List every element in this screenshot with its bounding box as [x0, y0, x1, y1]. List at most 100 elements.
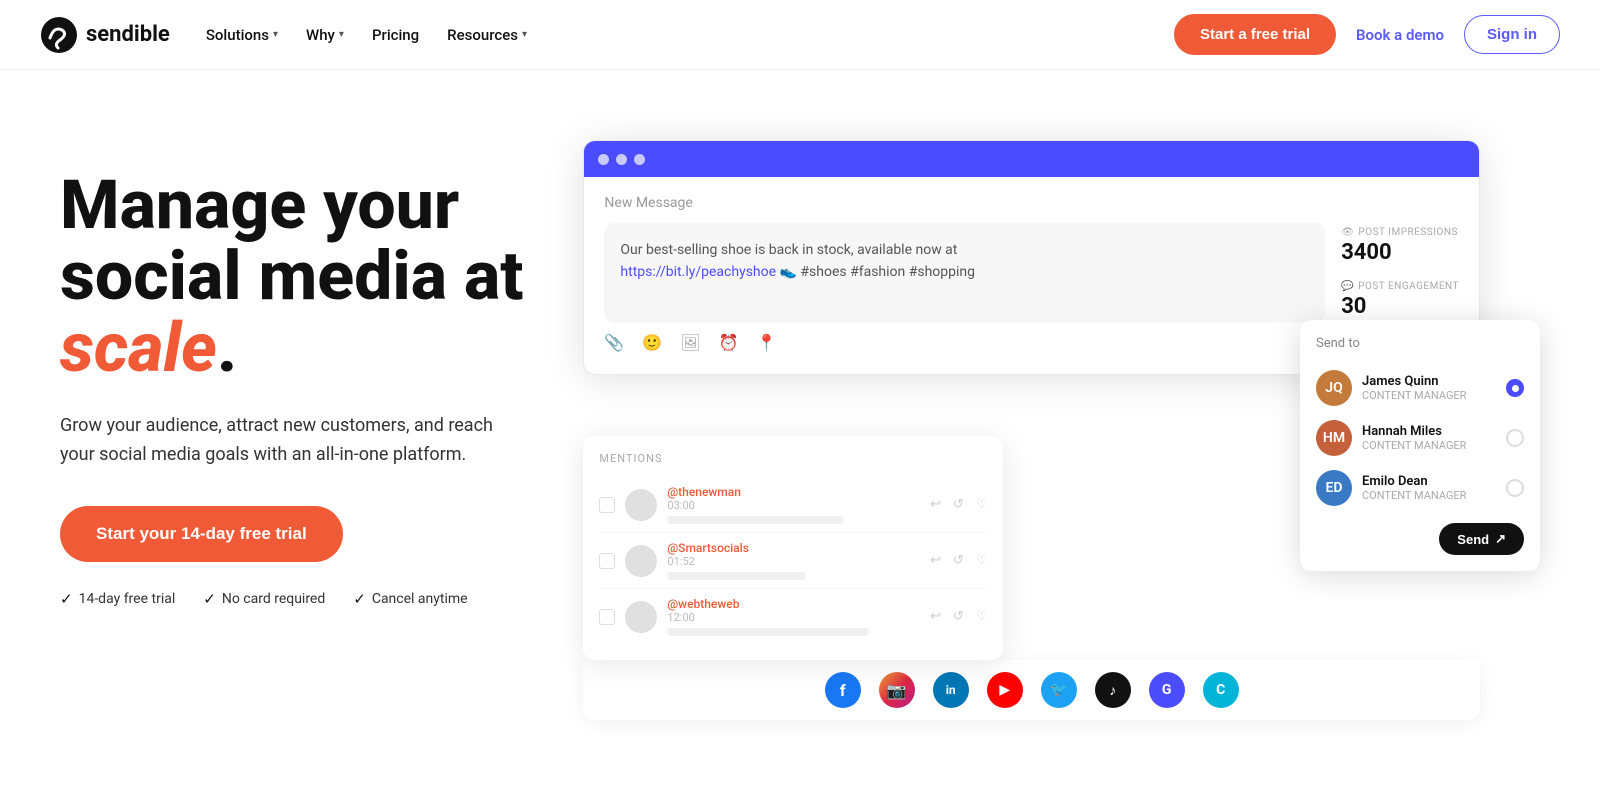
recipient-james[interactable]: JQ James Quinn CONTENT MANAGER: [1316, 363, 1524, 413]
send-to-label: Send to: [1316, 336, 1524, 351]
start-trial-button[interactable]: Start a free trial: [1174, 14, 1336, 55]
tiktok-icon[interactable]: ♪: [1095, 672, 1131, 708]
hero-heading: Manage your social media at scale.: [60, 170, 523, 384]
reply-icon[interactable]: ↩: [930, 609, 941, 624]
mention-content-1: @thenewman 03:00: [667, 485, 920, 524]
mention-actions-3: ↩ ↺ ♡: [930, 609, 987, 624]
stat-impressions: 👁 POST IMPRESSIONS 3400: [1341, 227, 1459, 265]
linkedin-icon[interactable]: in: [933, 672, 969, 708]
radio-hannah[interactable]: [1506, 429, 1524, 447]
badge-cancel: ✓ Cancel anytime: [353, 590, 467, 608]
twitter-icon[interactable]: 🐦: [1041, 672, 1077, 708]
nav-solutions[interactable]: Solutions ▾: [206, 26, 278, 44]
mention-item-2: @Smartsocials 01:52 ↩ ↺ ♡: [599, 533, 987, 589]
retweet-icon[interactable]: ↺: [953, 609, 964, 624]
composer-content: Our best-selling shoe is back in stock, …: [604, 223, 1459, 323]
mention-avatar-2: [625, 545, 657, 577]
mention-item-3: @webtheweb 12:00 ↩ ↺ ♡: [599, 589, 987, 644]
like-icon[interactable]: ♡: [976, 497, 988, 512]
media-icon[interactable]: 🖼: [680, 333, 700, 352]
nav-pricing[interactable]: Pricing: [372, 26, 419, 44]
avatar-emilo: ED: [1316, 470, 1352, 506]
window-dot-2: [616, 154, 627, 165]
hero-ui-mockup: New Message Our best-selling shoe is bac…: [583, 120, 1540, 720]
schedule-icon[interactable]: ⏰: [719, 333, 739, 352]
mention-actions-2: ↩ ↺ ♡: [930, 553, 987, 568]
nav-left: sendible Solutions ▾ Why ▾ Pricing Resou…: [40, 16, 527, 54]
composer-label: New Message: [604, 195, 1459, 211]
mention-actions-1: ↩ ↺ ♡: [930, 497, 987, 512]
navbar: sendible Solutions ▾ Why ▾ Pricing Resou…: [0, 0, 1600, 70]
chevron-down-icon: ▾: [273, 29, 278, 40]
canva-icon[interactable]: C: [1203, 672, 1239, 708]
composer-stats: 👁 POST IMPRESSIONS 3400 💬 POST ENGAGEMEN…: [1341, 223, 1459, 323]
book-demo-button[interactable]: Book a demo: [1356, 26, 1444, 44]
recipient-info-james: James Quinn CONTENT MANAGER: [1362, 374, 1496, 402]
mention-content-2: @Smartsocials 01:52: [667, 541, 920, 580]
reply-icon[interactable]: ↩: [930, 497, 941, 512]
google-my-business-icon[interactable]: G: [1149, 672, 1185, 708]
radio-emilo[interactable]: [1506, 479, 1524, 497]
mention-checkbox-3[interactable]: [599, 609, 615, 625]
sign-in-button[interactable]: Sign in: [1464, 15, 1560, 54]
instagram-icon[interactable]: 📷: [879, 672, 915, 708]
recipient-emilo[interactable]: ED Emilo Dean CONTENT MANAGER: [1316, 463, 1524, 513]
send-to-panel: Send to JQ James Quinn CONTENT MANAGER H…: [1300, 320, 1540, 571]
window-titlebar: [584, 141, 1479, 177]
eye-icon: 👁: [1341, 227, 1354, 238]
facebook-icon[interactable]: f: [825, 672, 861, 708]
mention-avatar-1: [625, 489, 657, 521]
engagement-icon: 💬: [1341, 281, 1354, 292]
trust-badges: ✓ 14-day free trial ✓ No card required ✓…: [60, 590, 523, 608]
badge-trial: ✓ 14-day free trial: [60, 590, 175, 608]
stat-engagement: 💬 POST ENGAGEMENT 30: [1341, 281, 1459, 319]
recipient-hannah[interactable]: HM Hannah Miles CONTENT MANAGER: [1316, 413, 1524, 463]
mention-bar-3: [667, 628, 869, 636]
like-icon[interactable]: ♡: [976, 553, 988, 568]
hero-scale-word: scale: [60, 308, 217, 388]
youtube-icon[interactable]: ▶: [987, 672, 1023, 708]
nav-right: Start a free trial Book a demo Sign in: [1174, 14, 1560, 55]
mentions-title: MENTIONS: [599, 452, 987, 465]
avatar-james: JQ: [1316, 370, 1352, 406]
recipient-info-emilo: Emilo Dean CONTENT MANAGER: [1362, 474, 1496, 502]
radio-james[interactable]: [1506, 379, 1524, 397]
avatar-hannah: HM: [1316, 420, 1352, 456]
send-arrow-icon: ↗: [1495, 531, 1506, 547]
check-icon: ✓: [353, 590, 366, 608]
like-icon[interactable]: ♡: [976, 609, 988, 624]
retweet-icon[interactable]: ↺: [953, 497, 964, 512]
mention-item-1: @thenewman 03:00 ↩ ↺ ♡: [599, 477, 987, 533]
nav-resources[interactable]: Resources ▾: [447, 26, 527, 44]
nav-why[interactable]: Why ▾: [306, 26, 344, 44]
badge-no-card: ✓ No card required: [203, 590, 325, 608]
check-icon: ✓: [203, 590, 216, 608]
logo[interactable]: sendible: [40, 16, 170, 54]
hero-cta-button[interactable]: Start your 14-day free trial: [60, 506, 343, 562]
retweet-icon[interactable]: ↺: [953, 553, 964, 568]
mention-checkbox-1[interactable]: [599, 497, 615, 513]
hero-subtext: Grow your audience, attract new customer…: [60, 412, 500, 470]
composer-text-area[interactable]: Our best-selling shoe is back in stock, …: [604, 223, 1325, 323]
send-button[interactable]: Send ↗: [1439, 523, 1524, 555]
social-bar: f 📷 in ▶ 🐦 ♪ G C: [583, 660, 1480, 720]
recipient-info-hannah: Hannah Miles CONTENT MANAGER: [1362, 424, 1496, 452]
mention-content-3: @webtheweb 12:00: [667, 597, 920, 636]
emoji-icon[interactable]: 🙂: [642, 333, 662, 352]
mention-checkbox-2[interactable]: [599, 553, 615, 569]
window-dot-3: [634, 154, 645, 165]
mention-bar-1: [667, 516, 844, 524]
mention-bar-2: [667, 572, 806, 580]
chevron-down-icon: ▾: [339, 29, 344, 40]
chevron-down-icon: ▾: [522, 29, 527, 40]
nav-links: Solutions ▾ Why ▾ Pricing Resources ▾: [206, 26, 527, 44]
location-icon[interactable]: 📍: [757, 333, 777, 352]
attachment-icon[interactable]: 📎: [604, 333, 624, 352]
mention-avatar-3: [625, 601, 657, 633]
window-dot-1: [598, 154, 609, 165]
check-icon: ✓: [60, 590, 73, 608]
mentions-panel: MENTIONS @thenewman 03:00 ↩ ↺ ♡: [583, 436, 1003, 660]
hero-left: Manage your social media at scale. Grow …: [60, 130, 523, 608]
hero-section: Manage your social media at scale. Grow …: [0, 70, 1600, 810]
reply-icon[interactable]: ↩: [930, 553, 941, 568]
